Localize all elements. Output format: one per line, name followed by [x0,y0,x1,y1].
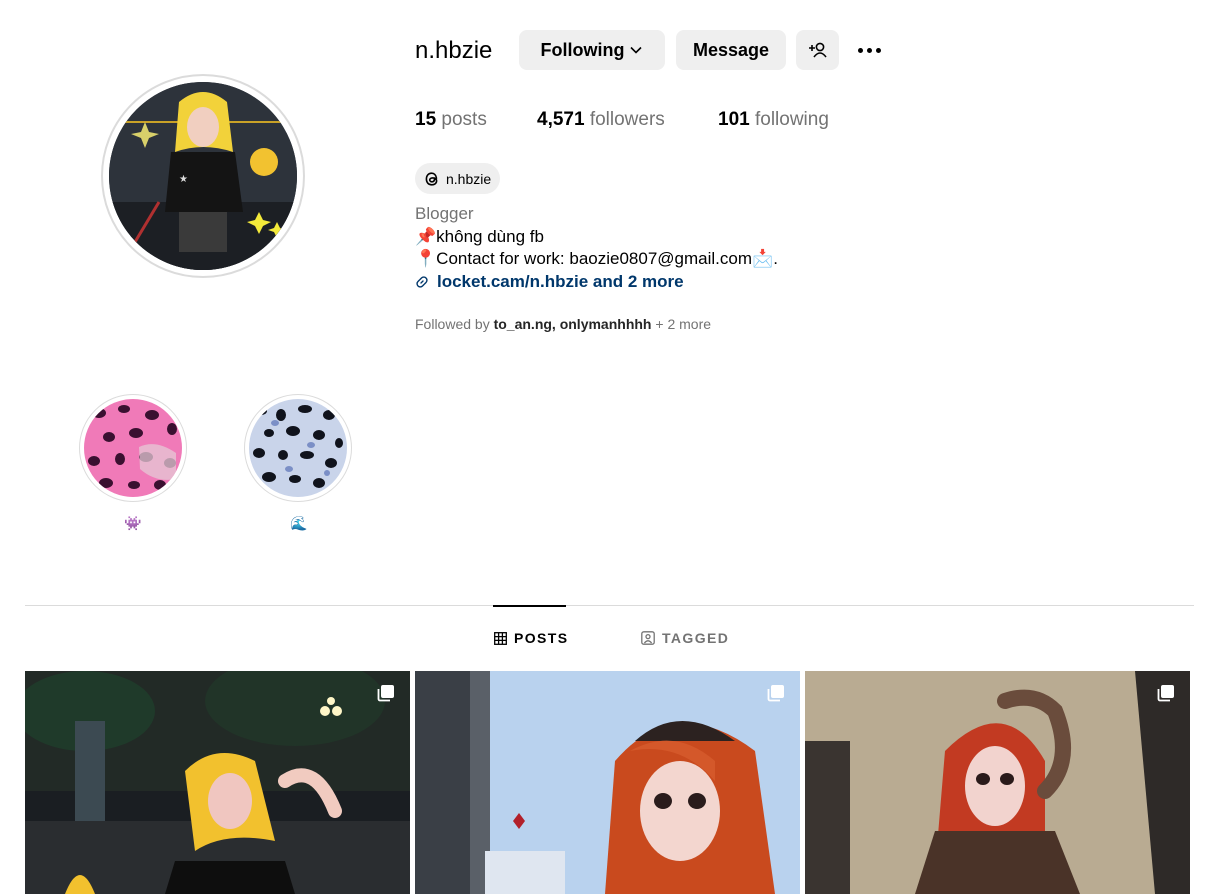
profile-category: Blogger [415,204,474,223]
bio-line-2: 📍Contact for work: baozie0807@gmail.com📩… [415,249,778,268]
post-thumbnail-2[interactable] [415,671,800,894]
more-options-icon[interactable] [852,36,886,64]
envelope-arrow-icon: 📩 [752,249,774,268]
carousel-icon [377,685,394,702]
bio-line-1: 📌không dùng fb [415,227,544,246]
story-highlight-1-cover[interactable] [84,399,182,497]
round-pushpin-icon: 📍 [415,249,437,268]
followers-link[interactable]: 4,571 followers [537,108,665,132]
suggest-similar-button[interactable] [796,30,839,70]
tagged-user-icon [641,631,655,645]
active-tab-indicator [493,605,566,607]
story-highlight-1-label: 👾 [124,515,142,531]
pushpin-icon: 📌 [415,227,437,246]
tabs-divider [25,605,1194,606]
threads-badge[interactable]: n.hbzie [415,163,501,194]
post-thumbnail-3[interactable] [805,671,1190,894]
tab-posts[interactable]: POSTS [494,630,568,646]
post-thumbnail-1[interactable] [25,671,410,894]
carousel-icon [1157,685,1174,702]
bio-link[interactable]: locket.cam/n.hbzie and 2 more [415,271,684,293]
following-button-label: Following [540,39,625,60]
profile-username: n.hbzie [415,37,493,64]
carousel-icon [767,685,784,702]
tab-tagged[interactable]: TAGGED [641,630,729,646]
add-user-icon [808,42,827,58]
following-link[interactable]: 101 following [718,108,829,132]
svg-text:★: ★ [179,174,188,185]
following-button[interactable]: Following [519,30,665,70]
threads-icon [425,171,438,186]
story-highlight-2-label: 🌊 [290,515,308,531]
story-highlight-2-cover[interactable] [249,399,347,497]
link-icon [416,276,428,288]
threads-handle: n.hbzie [446,170,492,187]
message-button[interactable]: Message [676,30,786,70]
posts-count: 15 posts [415,109,487,130]
chevron-down-icon [630,46,643,54]
profile-avatar[interactable]: ★ [109,82,297,270]
grid-icon [494,631,507,645]
followed-by[interactable]: Followed by to_an.ng, onlymanhhhh + 2 mo… [415,316,711,332]
